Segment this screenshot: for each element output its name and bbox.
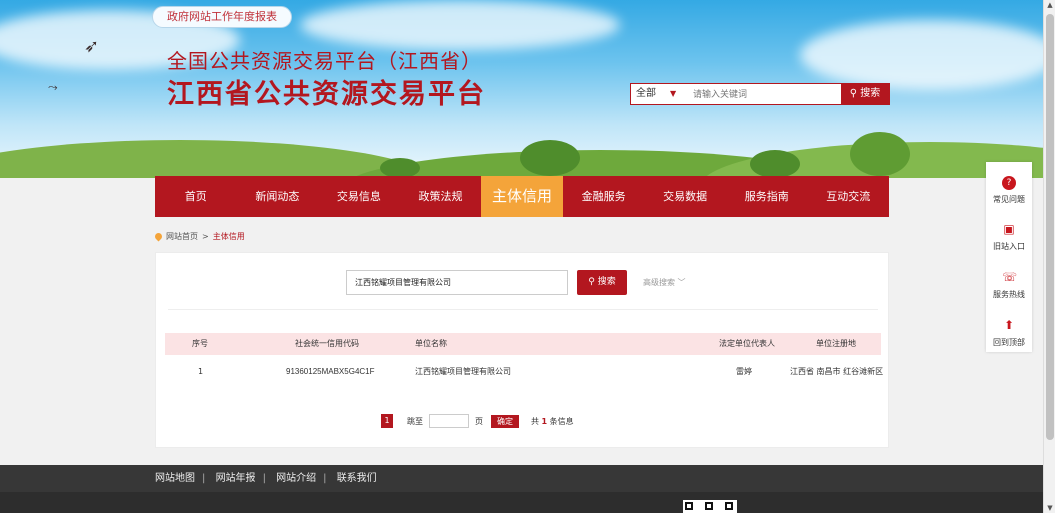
table-row[interactable]: 1 91360125MABX5G4C1F 江西铭耀项目管理有限公司 雷婷 江西省…: [165, 361, 884, 383]
company-search-button[interactable]: ⚲ 搜索: [577, 270, 627, 295]
pagination: 1 跳至 页 确定 共 1 条信息: [381, 413, 574, 429]
footer-link-about[interactable]: 网站介绍: [276, 473, 316, 484]
back-to-top-button[interactable]: ⬆ 回到顶部: [986, 306, 1032, 354]
main-nav: 首页 新闻动态 交易信息 政策法规 主体信用 金融服务 交易数据 服务指南 互动…: [155, 176, 889, 217]
column-header-company: 单位名称: [415, 339, 447, 348]
back-to-top-icon: ⬆: [1003, 318, 1015, 332]
search-scope-select[interactable]: 全部 ▼: [631, 84, 689, 104]
dropdown-arrow-icon: ▼: [670, 89, 677, 98]
column-header-credit-code: 社会统一信用代码: [295, 339, 359, 348]
table-header: 序号 社会统一信用代码 单位名称 法定单位代表人 单位注册地: [165, 333, 881, 355]
search-scope-label: 全部: [636, 88, 656, 99]
divider: [168, 309, 878, 310]
question-icon: ?: [1002, 176, 1016, 190]
old-site-label: 旧站入口: [993, 242, 1025, 251]
total-prefix: 共: [531, 416, 539, 426]
footer-separator: |: [323, 473, 327, 484]
nav-item-policy[interactable]: 政策法规: [400, 176, 482, 217]
cell-representative: 雷婷: [736, 367, 752, 376]
header-search: 全部 ▼ ⚲ 搜索: [630, 83, 890, 105]
header-search-button[interactable]: ⚲ 搜索: [841, 84, 889, 104]
column-header-index: 序号: [192, 339, 208, 348]
bird-decoration: ⤳: [48, 80, 58, 94]
nav-item-trade-info[interactable]: 交易信息: [318, 176, 400, 217]
site-title: 江西省公共资源交易平台: [167, 79, 486, 110]
column-header-location: 单位注册地: [816, 339, 856, 348]
credit-search-panel: 江西铭耀项目管理有限公司 ⚲ 搜索 高级搜索 ﹀ 序号 社会统一信用代码 单位名…: [155, 252, 889, 448]
bird-decoration: ➶: [84, 36, 100, 57]
scroll-up-icon[interactable]: ▲: [1044, 1, 1055, 9]
advanced-search-toggle[interactable]: 高级搜索 ﹀: [643, 277, 686, 288]
search-icon: ⚲: [849, 88, 858, 99]
breadcrumb-separator: >: [202, 232, 209, 241]
footer-separator: |: [262, 473, 266, 484]
footer-links-bar: 网站地图 | 网站年报 | 网站介绍 | 联系我们: [0, 465, 1043, 492]
column-header-representative: 法定单位代表人: [719, 339, 775, 348]
footer-link-contact[interactable]: 联系我们: [337, 473, 377, 484]
search-icon: ⚲: [588, 277, 595, 287]
footer-link-sitemap[interactable]: 网站地图: [155, 473, 195, 484]
page-jump-confirm-button[interactable]: 确定: [491, 414, 519, 428]
page-scrollbar[interactable]: ▲ ▼: [1043, 0, 1055, 513]
footer-main: [0, 492, 1043, 513]
breadcrumb: 网站首页 > 主体信用: [153, 231, 245, 242]
page-unit-label: 页: [475, 416, 483, 426]
chevron-down-icon: ﹀: [677, 278, 686, 287]
hotline-label: 服务热线: [993, 290, 1025, 299]
breadcrumb-current: 主体信用: [212, 232, 245, 241]
advanced-search-label: 高级搜索: [643, 278, 675, 287]
hotline-button[interactable]: ☏ 服务热线: [986, 258, 1032, 306]
cell-index: 1: [198, 367, 204, 376]
page-number-current[interactable]: 1: [381, 414, 393, 428]
nav-item-news[interactable]: 新闻动态: [237, 176, 319, 217]
phone-icon: ☏: [1002, 270, 1018, 284]
breadcrumb-home[interactable]: 网站首页: [166, 231, 198, 242]
site-subtitle: 全国公共资源交易平台（江西省）: [167, 49, 482, 73]
total-number: 1: [541, 416, 548, 426]
scroll-down-icon[interactable]: ▼: [1044, 504, 1055, 512]
nav-item-guide[interactable]: 服务指南: [726, 176, 808, 217]
old-site-icon: ▣: [1003, 222, 1015, 236]
header-banner: ➶ ⤳ 政府网站工作年度报表 全国公共资源交易平台（江西省） 江西省公共资源交易…: [0, 0, 1043, 178]
cell-credit-code: 91360125MABX5G4C1F: [286, 367, 375, 376]
nav-item-finance[interactable]: 金融服务: [563, 176, 645, 217]
old-site-button[interactable]: ▣ 旧站入口: [986, 210, 1032, 258]
cell-location: 江西省 南昌市 红谷滩新区: [790, 367, 884, 376]
annual-report-link[interactable]: 政府网站工作年度报表: [152, 6, 292, 28]
total-suffix: 条信息: [549, 416, 574, 426]
cell-company-link[interactable]: 江西铭耀项目管理有限公司: [415, 361, 511, 383]
nav-item-interaction[interactable]: 互动交流: [808, 176, 890, 217]
faq-button[interactable]: ? 常见问题: [986, 162, 1032, 210]
company-search-button-label: 搜索: [597, 277, 616, 287]
qr-code-icon: [683, 500, 737, 513]
nav-item-credit[interactable]: 主体信用: [481, 176, 563, 217]
page-jump-input[interactable]: [429, 414, 469, 428]
header-search-button-label: 搜索: [860, 88, 881, 99]
scrollbar-thumb[interactable]: [1046, 14, 1054, 440]
nav-item-home[interactable]: 首页: [155, 176, 237, 217]
side-toolbar: ? 常见问题 ▣ 旧站入口 ☏ 服务热线 ⬆ 回到顶部: [986, 162, 1032, 352]
nav-item-trade-data[interactable]: 交易数据: [644, 176, 726, 217]
total-count: 共 1 条信息: [531, 416, 574, 427]
jump-label: 跳至: [407, 416, 423, 426]
location-icon: [153, 231, 164, 242]
company-search-input[interactable]: 江西铭耀项目管理有限公司: [346, 270, 568, 295]
back-to-top-label: 回到顶部: [993, 338, 1025, 347]
header-search-input[interactable]: [689, 84, 841, 104]
footer-separator: |: [202, 473, 206, 484]
footer-link-annual-report[interactable]: 网站年报: [216, 473, 256, 484]
faq-label: 常见问题: [993, 195, 1025, 204]
